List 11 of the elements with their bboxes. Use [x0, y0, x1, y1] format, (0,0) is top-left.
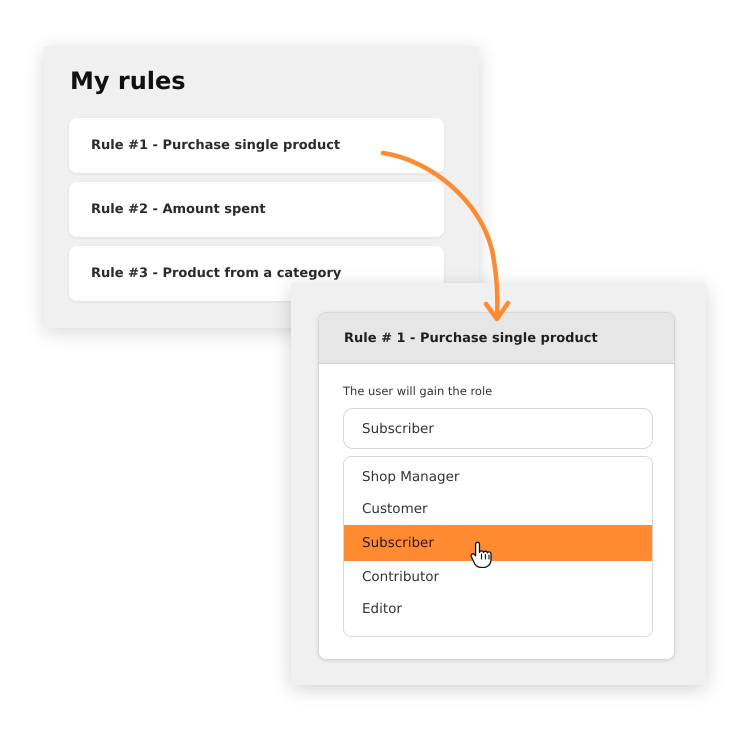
- role-option[interactable]: Contributor: [344, 561, 652, 593]
- rule-card[interactable]: Rule #2 - Amount spent: [69, 182, 444, 237]
- panel-title: My rules: [69, 66, 187, 97]
- editor-header: Rule # 1 - Purchase single product: [319, 313, 674, 364]
- role-option[interactable]: Shop Manager: [344, 461, 652, 493]
- field-label: The user will gain the role: [343, 383, 494, 400]
- role-option[interactable]: Editor: [344, 593, 652, 625]
- role-select[interactable]: Subscriber: [343, 408, 653, 449]
- hand-cursor-icon: [470, 540, 492, 568]
- rule-card[interactable]: Rule #1 - Purchase single product: [69, 118, 444, 173]
- role-option[interactable]: Customer: [344, 493, 652, 525]
